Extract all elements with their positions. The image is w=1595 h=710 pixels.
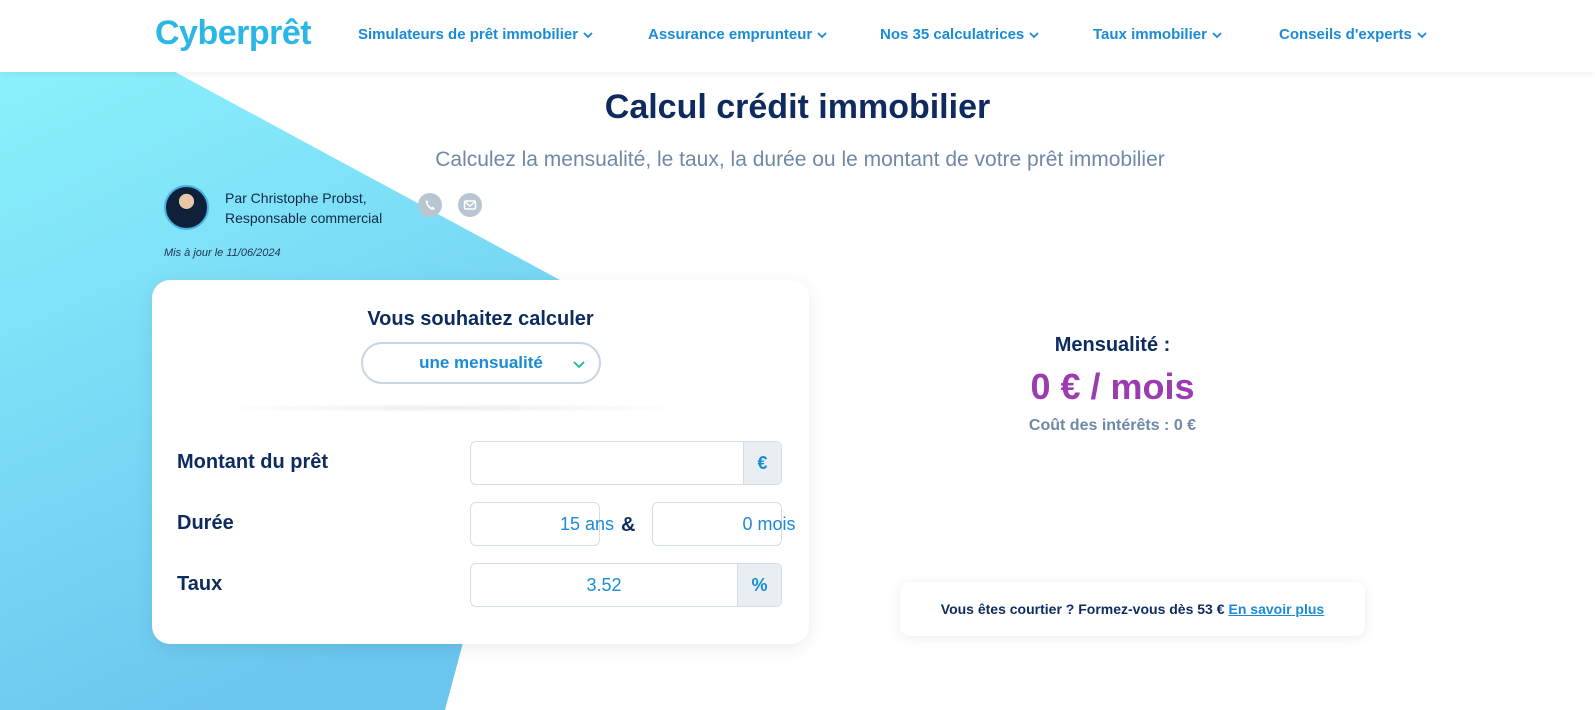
chevron-down-icon (583, 31, 593, 38)
phone-icon[interactable] (418, 193, 442, 217)
author-role: Responsable commercial (225, 209, 383, 226)
duration-label: Durée (177, 512, 234, 534)
divider (212, 404, 692, 412)
avatar (164, 185, 209, 230)
nav-calculatrices[interactable]: Nos 35 calculatrices (880, 26, 1093, 43)
rate-label: Taux (177, 573, 223, 595)
nav-simulateurs[interactable]: Simulateurs de prêt immobilier (358, 26, 648, 43)
calculator-card: Vous souhaitez calculer une mensualité M… (152, 280, 885, 644)
nav-assurance[interactable]: Assurance emprunteur (648, 26, 880, 43)
rate-input[interactable] (471, 564, 737, 606)
select-value: une mensualité (419, 353, 543, 372)
chevron-down-icon (1212, 31, 1222, 38)
result-value: 0 € / mois (1030, 366, 1195, 407)
percent-unit: % (737, 564, 781, 606)
page-title: Calcul crédit immobilier (604, 88, 991, 126)
amount-label: Montant du prêt (177, 451, 329, 473)
interest-cost: Coût des intérêts : 0 € (1028, 417, 1197, 434)
updated-date: Mis à jour le 11/06/2024 (164, 247, 281, 259)
rate-field-group: % (470, 563, 782, 607)
author-block: Par Christophe Probst, Responsable comme… (164, 185, 382, 230)
duration-months-field (652, 502, 885, 546)
page-subtitle: Calculez la mensualité, le taux, la duré… (435, 148, 1165, 171)
learn-more-link[interactable]: En savoir plus (1229, 601, 1325, 617)
duration-years-field (470, 502, 703, 546)
chevron-down-icon (1417, 31, 1427, 38)
chevron-down-icon (817, 31, 827, 38)
site-header: Cyberprêt Simulateurs de prêt immobilier… (0, 0, 1595, 72)
nav-label: Taux immobilier (1093, 26, 1207, 43)
nav-label: Simulateurs de prêt immobilier (358, 26, 579, 43)
nav-label: Conseils d'experts (1279, 26, 1412, 43)
chevron-down-icon (1029, 31, 1039, 38)
nav-taux[interactable]: Taux immobilier (1093, 26, 1279, 43)
nav-label: Nos 35 calculatrices (880, 26, 1025, 43)
nav-label: Assurance emprunteur (648, 26, 813, 43)
author-name: Par Christophe Probst, (225, 189, 367, 206)
euro-unit: € (743, 442, 781, 484)
mail-icon[interactable] (458, 193, 482, 217)
nav-conseils[interactable]: Conseils d'experts (1279, 26, 1427, 43)
calculation-mode-select[interactable]: une mensualité (361, 342, 601, 384)
calculator-title: Vous souhaitez calculer (367, 308, 594, 330)
author-text: Par Christophe Probst, Responsable comme… (225, 188, 382, 228)
main-nav: Simulateurs de prêt immobilier Assurance… (358, 26, 1427, 43)
logo[interactable]: Cyberprêt (155, 14, 312, 53)
share-icons (418, 193, 498, 217)
broker-promo: Vous êtes courtier ? Formez-vous dès 53 … (900, 582, 1365, 636)
duration-separator: & (621, 514, 636, 536)
duration-months-input[interactable] (653, 503, 885, 545)
result-label: Mensualité : (1054, 334, 1171, 356)
amount-field-group: € (470, 441, 782, 485)
chevron-down-icon (573, 361, 585, 369)
amount-input[interactable] (471, 442, 743, 484)
promo-text: Vous êtes courtier ? Formez-vous dès 53 … (940, 601, 1225, 617)
